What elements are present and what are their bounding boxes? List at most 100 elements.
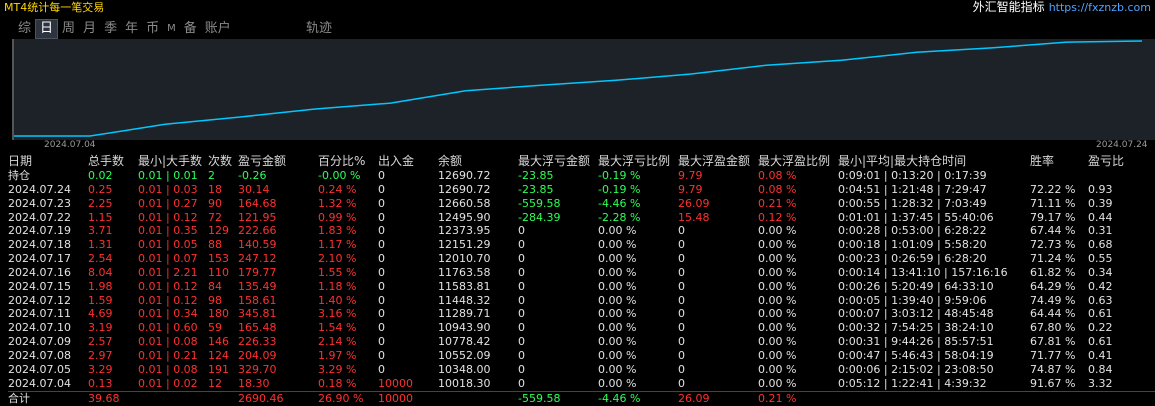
cell-total: 1.59 <box>88 293 113 307</box>
cell-win: 64.29 % <box>1030 279 1076 293</box>
cell-date: 2024.07.16 <box>8 265 71 279</box>
cell-win: 61.82 % <box>1030 265 1076 279</box>
cell-fl: 0 <box>518 348 525 362</box>
cell-time: 0:05:12 | 1:22:41 | 4:39:32 <box>838 376 987 390</box>
cell-total: 3.71 <box>88 224 113 238</box>
tab-9[interactable]: 账户 <box>201 19 235 39</box>
cell-profit: 135.49 <box>238 279 277 293</box>
tab-4[interactable]: 季 <box>100 19 121 39</box>
cell-lots: 0.01 | 0.21 <box>138 348 198 362</box>
cell-time: 0:00:18 | 1:01:09 | 5:58:20 <box>838 238 987 252</box>
cell-profit: 158.61 <box>238 293 277 307</box>
cell-pct: 1.32 % <box>318 196 357 210</box>
cell-win: 71.24 % <box>1030 252 1076 266</box>
cell-lots: 0.01 | 0.02 <box>138 376 198 390</box>
tab-7[interactable]: M <box>163 19 180 39</box>
daily-stats-table: 日期 总手数 最小|大手数 次数 盈亏金额 百分比% 出入金 余额 最大浮亏金额… <box>8 153 1155 405</box>
cell-lots: 0.01 | 0.12 <box>138 210 198 224</box>
cell-pct: 1.40 % <box>318 293 357 307</box>
equity-chart-svg <box>14 40 1143 137</box>
brand-url[interactable]: https://fxznzb.com <box>1049 1 1151 14</box>
cell-profit: 247.12 <box>238 252 277 266</box>
cell-total: 1.98 <box>88 279 113 293</box>
cell-fl: -23.85 <box>518 182 554 196</box>
header-profit: 盈亏金额 <box>238 154 287 168</box>
cell-fpp: 0.00 % <box>758 252 797 266</box>
cell-fl: 0 <box>518 293 525 307</box>
cell-count: 90 <box>208 196 222 210</box>
cell-profit: 140.59 <box>238 238 277 252</box>
tab-0[interactable]: 综 <box>14 19 35 39</box>
cell-fl: 0 <box>518 252 525 266</box>
cell-lots: 0.01 | 2.21 <box>138 265 198 279</box>
cell-fpp: 0.08 % <box>758 182 797 196</box>
tab-2[interactable]: 周 <box>58 19 79 39</box>
header-lots: 最小|大手数 <box>138 154 203 168</box>
table-row: 2024.07.12 1.59 0.01 | 0.12 98 158.61 1.40 % 0… <box>8 294 1155 308</box>
cell-fp: 0 <box>678 252 685 266</box>
table-row: 2024.07.24 0.25 0.01 | 0.03 18 30.14 0.24 % 0 1… <box>8 183 1155 197</box>
cell-flp: 0.00 % <box>598 307 637 321</box>
tab-track[interactable]: 轨迹 <box>306 19 332 39</box>
cell-pct: 1.18 % <box>318 279 357 293</box>
cell-count: 191 <box>208 362 229 376</box>
cell-date: 2024.07.23 <box>8 196 71 210</box>
header-count: 次数 <box>208 154 233 168</box>
cell-total: 0.02 <box>88 169 113 182</box>
cell-io: 0 <box>378 307 385 321</box>
cell-bal: 12151.29 <box>438 238 491 252</box>
table-row: 2024.07.22 1.15 0.01 | 0.12 72 121.95 0.99 % 0… <box>8 211 1155 225</box>
cell-io: 0 <box>378 321 385 335</box>
cell-fl: 0 <box>518 376 525 390</box>
cell-io: 0 <box>378 238 385 252</box>
cell-date: 2024.07.24 <box>8 182 71 196</box>
cell-pct: 0.99 % <box>318 210 357 224</box>
tab-3[interactable]: 月 <box>79 19 100 39</box>
cell-fp: 0 <box>678 238 685 252</box>
header-date: 日期 <box>8 154 33 168</box>
table-row: 2024.07.09 2.57 0.01 | 0.08 146 226.33 2.14 %… <box>8 335 1155 349</box>
cell-time: 0:00:23 | 0:26:59 | 6:28:20 <box>838 252 987 266</box>
cell-io: 0 <box>378 293 385 307</box>
brand-name: 外汇智能指标 <box>972 0 1045 14</box>
tab-1[interactable]: 日 <box>35 19 59 39</box>
cell-hold-time: 0:09:01 | 0:13:20 | 0:17:39 <box>838 169 987 182</box>
cell-pct: 3.16 % <box>318 307 357 321</box>
cell-flp: 0.00 % <box>598 293 637 307</box>
cell-io: 0 <box>378 252 385 266</box>
cell-count: 110 <box>208 265 229 279</box>
header-win-rate: 胜率 <box>1030 154 1055 168</box>
cell-time: 0:00:14 | 13:41:10 | 157:16:16 <box>838 265 1008 279</box>
cell-profit: 165.48 <box>238 321 277 335</box>
tab-8[interactable]: 备 <box>180 19 201 39</box>
cell-bal: 10552.09 <box>438 348 491 362</box>
cell-fp: 0 <box>678 307 685 321</box>
table-row: 2024.07.16 8.04 0.01 | 2.21 110 179.77 1.55 %… <box>8 266 1155 280</box>
cell-ratio: 0.84 <box>1088 362 1113 376</box>
position-row: 持仓 0.02 0.01 | 0.01 2 -0.26 -0.00 % 0 12… <box>8 169 1155 183</box>
cell-io: 0 <box>378 362 385 376</box>
cell-count: 180 <box>208 307 229 321</box>
total-float-loss: -559.58 <box>518 391 561 405</box>
cell-win: 67.80 % <box>1030 321 1076 335</box>
cell-win: 67.81 % <box>1030 335 1076 349</box>
cell-ratio: 0.93 <box>1088 182 1113 196</box>
tab-6[interactable]: 币 <box>142 19 163 39</box>
cell-date: 2024.07.12 <box>8 293 71 307</box>
cell-time: 0:00:06 | 2:15:02 | 23:08:50 <box>838 362 994 376</box>
cell-time: 0:00:31 | 9:44:26 | 85:57:51 <box>838 335 994 349</box>
cell-time: 0:00:47 | 5:46:43 | 58:04:19 <box>838 348 994 362</box>
cell-flp: -2.28 % <box>598 210 641 224</box>
brand-link[interactable]: 外汇智能指标 https://fxznzb.com <box>973 0 1151 15</box>
cell-pct: 1.54 % <box>318 321 357 335</box>
cell-lots: 0.01 | 0.05 <box>138 238 198 252</box>
cell-fl: 0 <box>518 321 525 335</box>
table-row: 2024.07.23 2.25 0.01 | 0.27 90 164.68 1.32 % 0… <box>8 197 1155 211</box>
cell-ratio: 0.34 <box>1088 265 1113 279</box>
cell-ratio: 0.61 <box>1088 335 1113 349</box>
tab-5[interactable]: 年 <box>121 19 142 39</box>
cell-pct: 1.55 % <box>318 265 357 279</box>
cell-pct: 2.10 % <box>318 252 357 266</box>
cell-fp: 26.09 <box>678 196 710 210</box>
cell-fl: 0 <box>518 224 525 238</box>
